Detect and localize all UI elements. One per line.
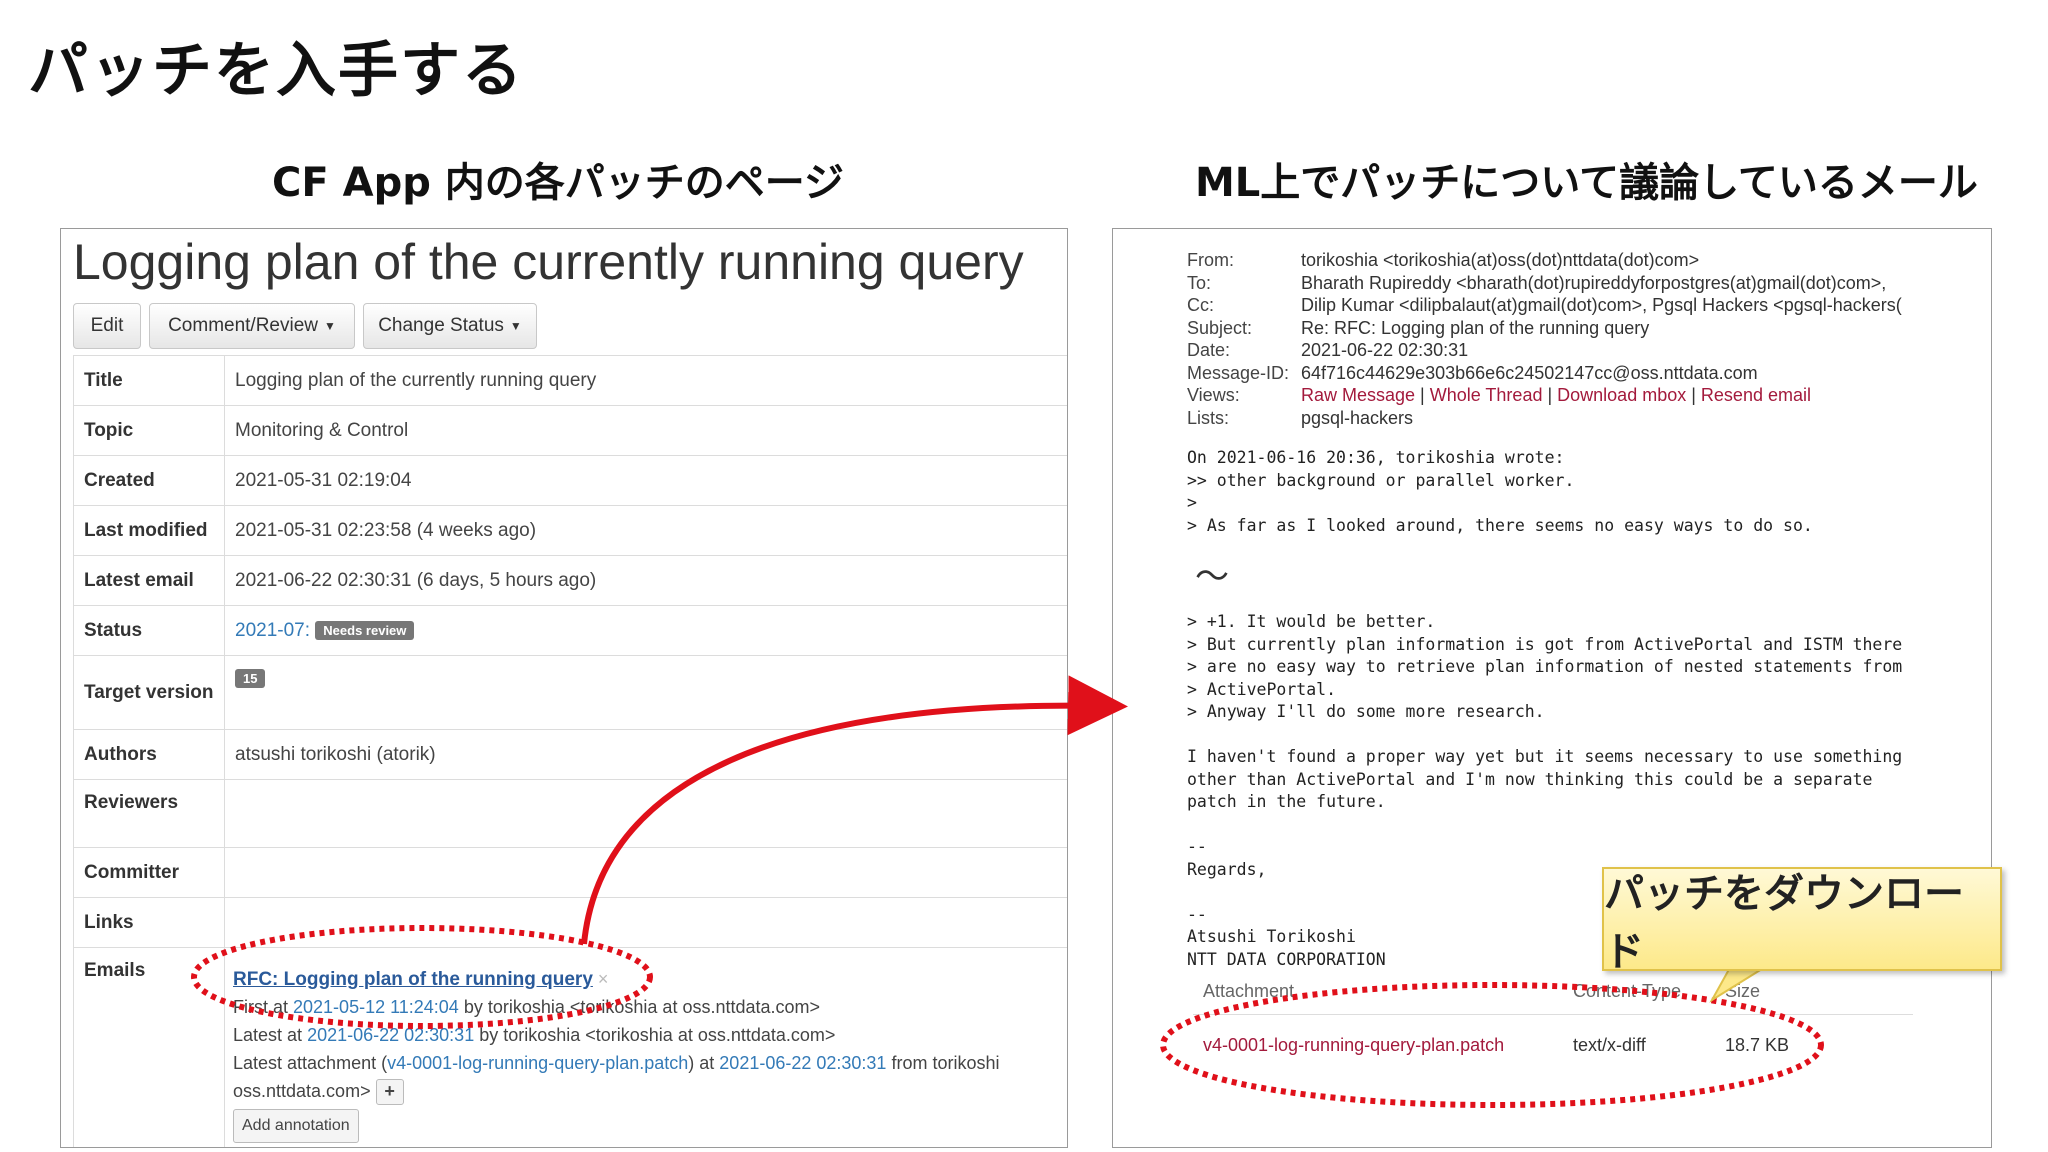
red-arrow [581, 675, 1128, 945]
annotation-overlay [191, 675, 1824, 1108]
download-callout: パッチをダウンロード [1602, 867, 2002, 975]
attachment-highlight-ellipse [1160, 982, 1824, 1108]
email-highlight-ellipse [191, 925, 653, 1029]
